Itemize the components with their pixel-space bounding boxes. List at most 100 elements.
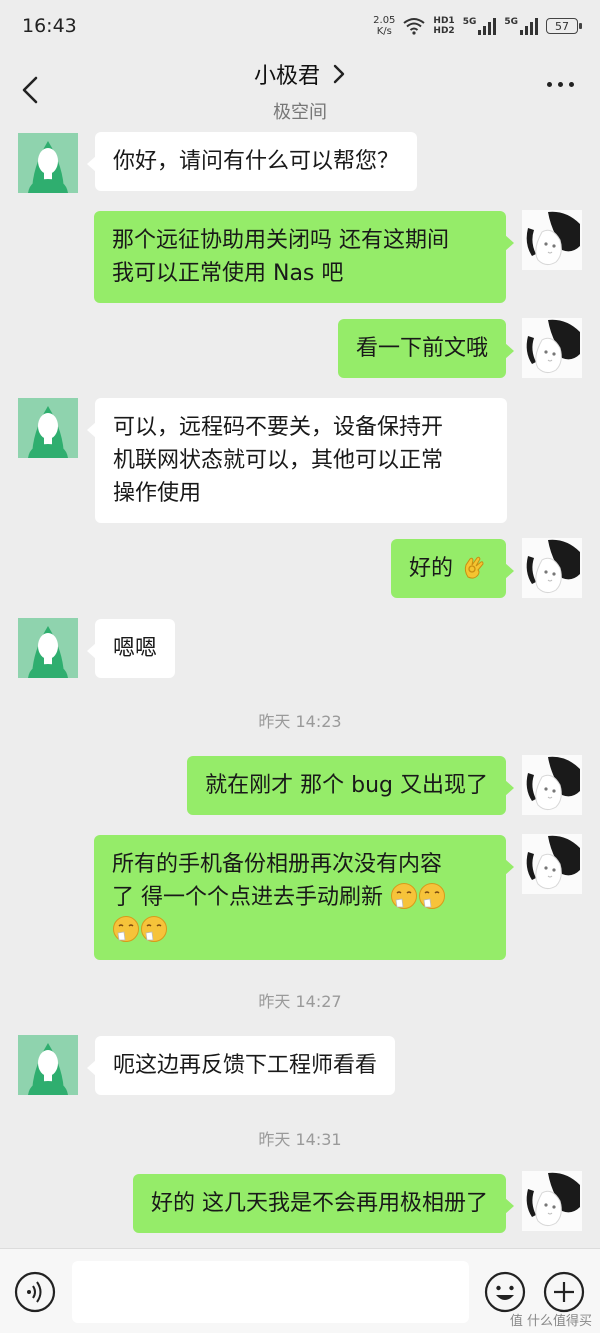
cat-avatar-icon <box>522 210 582 270</box>
message-item: 看一下前文哦 <box>0 318 600 380</box>
sim1-signal: 5G <box>463 17 497 35</box>
message-text: 就在刚才 那个 bug 又出现了 <box>205 773 488 798</box>
more-dot <box>558 82 563 87</box>
message-bubble-outgoing[interactable]: 那个远征协助用关闭吗 还有这期间 我可以正常使用 Nas 吧 <box>94 211 514 303</box>
timestamp-divider: 昨天 14:27 <box>258 992 342 1011</box>
person-avatar-icon <box>18 618 78 678</box>
status-time: 16:43 <box>22 15 77 37</box>
sneezing-face-emoji-icon <box>141 916 167 942</box>
sneezing-face-emoji-icon <box>391 883 417 909</box>
message-text: 我可以正常使用 Nas 吧 <box>112 261 344 286</box>
message-bubble-outgoing[interactable]: 就在刚才 那个 bug 又出现了 <box>187 756 514 815</box>
message-bubble-incoming[interactable]: 呃这边再反馈下工程师看看 <box>86 1036 396 1095</box>
person-avatar-icon <box>18 133 78 193</box>
sim1-label: 5G <box>462 17 477 27</box>
message-text: 可以，远程码不要关，设备保持开 <box>113 415 444 440</box>
message-bubble-outgoing[interactable]: 好的 这几天我是不会再用极相册了 <box>133 1174 514 1233</box>
input-bar: 值 什么值得买 <box>0 1248 600 1333</box>
cat-avatar-icon <box>522 755 582 815</box>
cat-avatar-icon <box>522 834 582 894</box>
status-icons: 2.05 K/s HD1 HD2 5G 5G 57 <box>373 15 582 37</box>
message-text: 好的 <box>408 556 453 581</box>
message-item: 好的 <box>0 538 600 600</box>
network-speed-unit: K/s <box>376 26 392 37</box>
person-avatar-icon <box>18 398 78 458</box>
person-avatar-icon <box>18 1035 78 1095</box>
battery-icon: 57 <box>546 18 582 34</box>
signal-bars-icon <box>478 17 497 35</box>
more-actions-button[interactable] <box>543 1271 585 1313</box>
message-text: 呃这边再反馈下工程师看看 <box>113 1053 378 1078</box>
message-bubble-outgoing[interactable]: 看一下前文哦 <box>337 319 515 378</box>
sim2-signal: 5G <box>504 17 538 35</box>
chat-header: 小极君 极空间 <box>0 52 600 128</box>
hd-voice-indicator: HD1 HD2 <box>433 16 454 36</box>
user-avatar[interactable] <box>522 318 582 378</box>
chat-messages[interactable]: 你好，请问有什么可以帮您？ 那个远征协助用关闭吗 还有这期间 我可以正常使用 N… <box>0 128 600 1248</box>
timestamp-divider: 昨天 14:23 <box>258 712 342 731</box>
message-bubble-incoming[interactable]: 可以，远程码不要关，设备保持开 机联网状态就可以，其他可以正常 操作使用 <box>87 398 507 523</box>
hd2-label: HD2 <box>433 26 455 36</box>
chat-subtitle: 极空间 <box>273 102 327 123</box>
network-speed-value: 2.05 <box>373 15 396 26</box>
watermark: 值 什么值得买 <box>509 1314 592 1329</box>
message-item: 嗯嗯 <box>0 618 600 680</box>
wifi-icon <box>403 18 426 35</box>
chevron-right-icon <box>333 64 345 84</box>
message-item: 就在刚才 那个 bug 又出现了 <box>0 755 600 817</box>
hd1-label: HD1 <box>433 16 455 26</box>
cat-avatar-icon <box>522 538 582 598</box>
voice-input-button[interactable] <box>14 1271 56 1313</box>
cat-avatar-icon <box>522 318 582 378</box>
message-text: 所有的手机备份相册再次没有内容 <box>112 852 443 877</box>
more-dot <box>547 82 552 87</box>
user-avatar[interactable] <box>522 755 582 815</box>
plus-icon <box>543 1271 585 1313</box>
sneezing-face-emoji-icon <box>113 916 139 942</box>
service-avatar[interactable] <box>18 1035 78 1095</box>
sim2-label: 5G <box>504 17 518 27</box>
message-text: 你好，请问有什么可以帮您？ <box>113 149 400 174</box>
message-text-line <box>112 914 488 947</box>
user-avatar[interactable] <box>522 210 582 270</box>
message-text: 嗯嗯 <box>113 636 158 661</box>
message-input[interactable] <box>72 1261 469 1323</box>
message-item: 可以，远程码不要关，设备保持开 机联网状态就可以，其他可以正常 操作使用 <box>0 398 600 523</box>
emoji-button[interactable] <box>484 1271 526 1313</box>
status-bar: 16:43 2.05 K/s HD1 HD2 5G 5G 57 <box>0 0 600 52</box>
more-options-button[interactable] <box>547 82 574 87</box>
message-bubble-incoming[interactable]: 嗯嗯 <box>86 619 176 678</box>
chat-title-block[interactable]: 小极君 极空间 <box>0 58 600 124</box>
message-text-line: 了 得一个个点进去手动刷新 <box>112 881 488 914</box>
message-text: 操作使用 <box>113 481 202 506</box>
message-item: 那个远征协助用关闭吗 还有这期间 我可以正常使用 Nas 吧 <box>0 210 600 303</box>
network-speed: 2.05 K/s <box>373 15 395 37</box>
message-item: 呃这边再反馈下工程师看看 <box>0 1035 600 1097</box>
message-text: 那个远征协助用关闭吗 还有这期间 <box>112 228 449 253</box>
cat-avatar-icon <box>522 1171 582 1231</box>
ok-hand-emoji-icon <box>464 556 484 579</box>
voice-icon <box>14 1271 56 1313</box>
service-avatar[interactable] <box>18 133 78 193</box>
message-text: 了 得一个个点进去手动刷新 <box>112 885 383 910</box>
service-avatar[interactable] <box>18 618 78 678</box>
more-dot <box>569 82 574 87</box>
battery-level: 57 <box>555 19 569 33</box>
message-item: 你好，请问有什么可以帮您？ <box>0 128 600 194</box>
user-avatar[interactable] <box>522 1171 582 1231</box>
service-avatar[interactable] <box>18 398 78 458</box>
message-text: 看一下前文哦 <box>355 336 488 361</box>
signal-bars-icon <box>520 17 538 35</box>
chat-title: 小极君 <box>253 64 320 89</box>
timestamp-divider: 昨天 14:31 <box>258 1130 342 1149</box>
message-bubble-outgoing[interactable]: 好的 <box>390 539 515 598</box>
sneezing-face-emoji-icon <box>419 883 445 909</box>
message-bubble-incoming[interactable]: 你好，请问有什么可以帮您？ <box>86 132 418 191</box>
message-text: 机联网状态就可以，其他可以正常 <box>113 448 444 473</box>
smiley-icon <box>484 1271 526 1313</box>
user-avatar[interactable] <box>522 834 582 894</box>
message-bubble-outgoing[interactable]: 所有的手机备份相册再次没有内容 了 得一个个点进去手动刷新 <box>94 835 514 960</box>
message-text: 好的 这几天我是不会再用极相册了 <box>151 1191 488 1216</box>
user-avatar[interactable] <box>522 538 582 598</box>
message-item: 好的 这几天我是不会再用极相册了 <box>0 1171 600 1233</box>
